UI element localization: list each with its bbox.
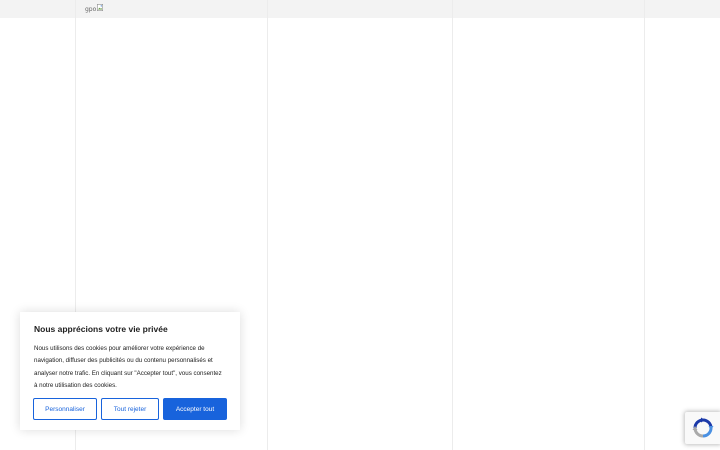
header-bar xyxy=(0,0,720,18)
cookie-description: Nous utilisons des cookies pour améliore… xyxy=(34,345,222,389)
reject-all-button[interactable]: Tout rejeter xyxy=(101,398,159,420)
column-divider xyxy=(452,0,453,450)
logo-alt-text: gpo xyxy=(85,6,97,13)
cookie-button-group: Personnaliser Tout rejeter Accepter tout xyxy=(33,398,227,420)
site-logo[interactable]: gpo xyxy=(85,4,104,16)
column-divider xyxy=(267,0,268,450)
cookie-title: Nous apprécions votre vie privée xyxy=(34,324,168,334)
recaptcha-badge[interactable] xyxy=(685,412,720,444)
recaptcha-icon xyxy=(692,417,713,438)
broken-image-icon xyxy=(97,4,104,11)
accept-all-button[interactable]: Accepter tout xyxy=(163,398,227,420)
customize-button[interactable]: Personnaliser xyxy=(33,398,97,420)
cookie-consent-banner: Nous apprécions votre vie privée Nous ut… xyxy=(20,312,240,430)
column-divider xyxy=(644,0,645,450)
